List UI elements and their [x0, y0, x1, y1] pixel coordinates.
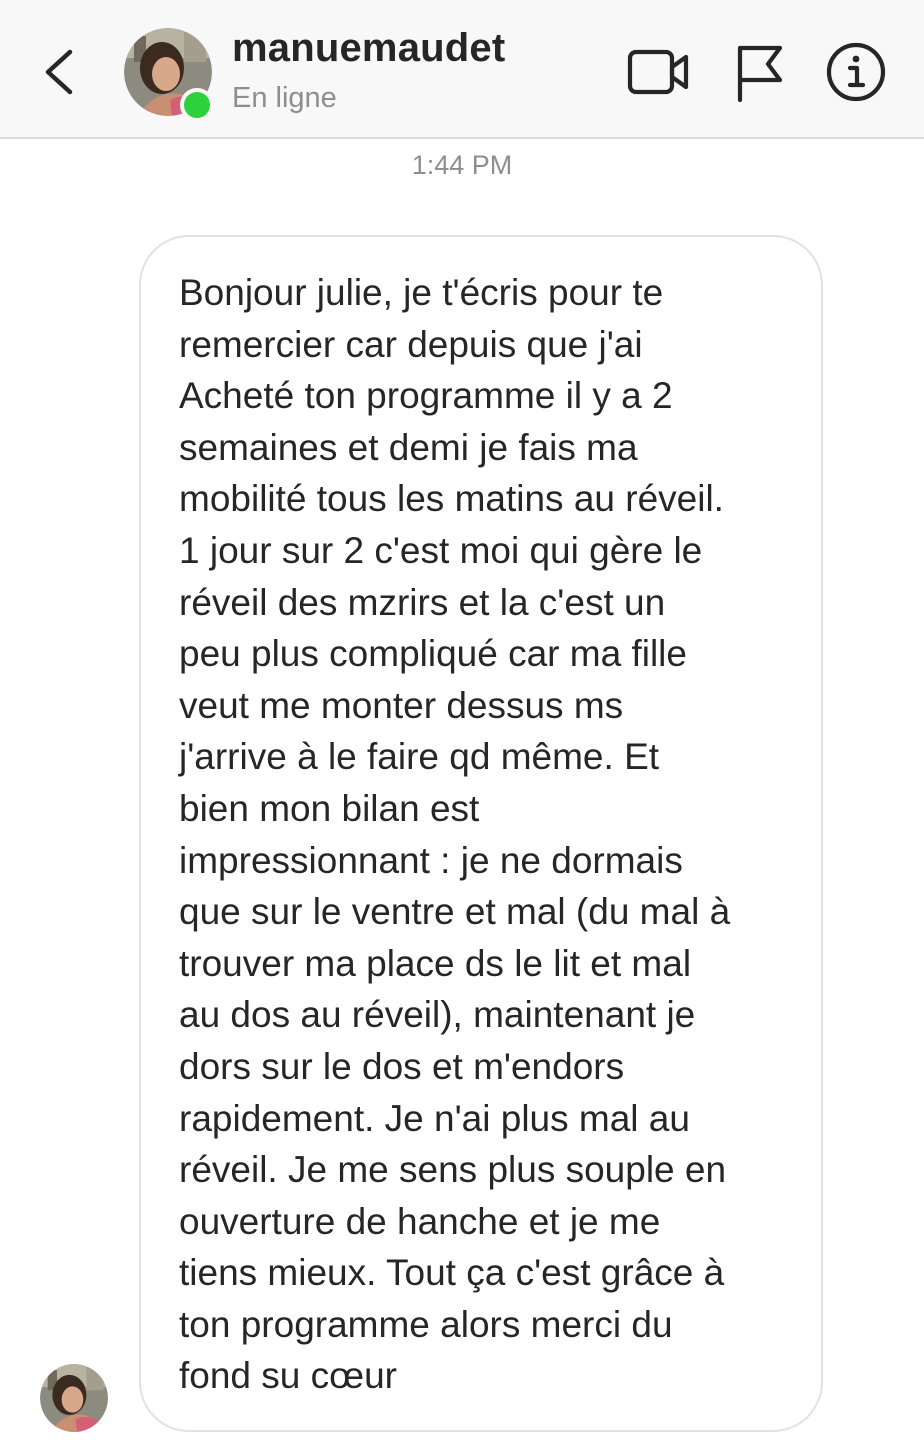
- chat-username[interactable]: manuemaudet: [232, 26, 505, 71]
- info-button[interactable]: [824, 40, 888, 104]
- sender-avatar[interactable]: [40, 1364, 108, 1432]
- info-icon: [826, 42, 886, 102]
- message-bubble[interactable]: Bonjour julie, je t'écris pour te remerc…: [139, 235, 823, 1432]
- profile-avatar[interactable]: [124, 28, 214, 122]
- video-call-button[interactable]: [626, 40, 690, 104]
- chat-header: manuemaudet En ligne: [0, 0, 924, 139]
- chevron-left-icon: [45, 49, 73, 95]
- video-camera-icon: [627, 49, 689, 95]
- message-text: Bonjour julie, je t'écris pour te remerc…: [179, 272, 731, 1397]
- message-timestamp: 1:44 PM: [411, 150, 513, 180]
- back-button[interactable]: [36, 42, 86, 102]
- online-status-text: En ligne: [232, 82, 337, 114]
- flag-icon: [737, 45, 783, 103]
- report-button[interactable]: [728, 40, 792, 104]
- online-status-dot: [180, 88, 214, 122]
